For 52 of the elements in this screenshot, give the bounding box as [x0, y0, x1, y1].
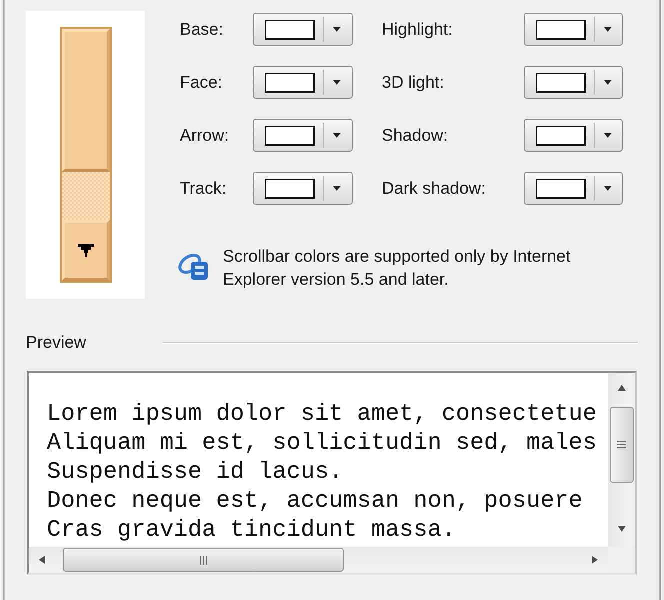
color-picker-button[interactable]: [524, 13, 623, 46]
color-swatch-icon: [536, 20, 586, 40]
color-picker-button[interactable]: [524, 66, 623, 99]
grip-icon: [200, 556, 208, 564]
scroll-down-arrow-icon[interactable]: [618, 526, 626, 532]
scrollbar-thumb[interactable]: [610, 407, 634, 483]
color-swatch-icon: [265, 178, 315, 198]
color-picker-button[interactable]: [524, 172, 623, 205]
caret-icon: [604, 27, 612, 32]
down-arrow-icon: [78, 244, 94, 257]
caret-icon: [333, 80, 341, 85]
scrollbar-thumb[interactable]: [63, 548, 344, 572]
color-swatch-icon: [536, 178, 586, 198]
grip-icon: [617, 441, 626, 449]
caret-icon: [333, 186, 341, 191]
color-picker-button[interactable]: [253, 13, 353, 46]
color-label: Track:: [180, 178, 227, 198]
color-label: Shadow:: [382, 126, 448, 146]
vertical-scrollbar[interactable]: [608, 373, 635, 547]
scroll-left-arrow-icon[interactable]: [39, 556, 45, 564]
color-picker-button[interactable]: [524, 119, 623, 152]
preview-text-area[interactable]: Lorem ipsum dolor sit amet, consectetue Aliquam mi est, sollicitudin sed, males Suspendisse id lacus. Donec neque est, accumsan non, posuere Cras gravida tincidunt massa.: [27, 371, 637, 575]
color-label: Face:: [180, 72, 223, 92]
color-picker-button[interactable]: [253, 172, 353, 205]
color-swatch-icon: [265, 72, 315, 92]
caret-icon: [333, 133, 341, 138]
color-label: Highlight:: [382, 20, 453, 40]
color-label: Arrow:: [180, 126, 230, 146]
caret-icon: [604, 80, 612, 85]
scroll-right-arrow-icon[interactable]: [592, 556, 598, 564]
scroll-up-arrow-icon[interactable]: [618, 385, 626, 391]
color-swatch-icon: [265, 126, 315, 146]
text-line: Cras gravida tincidunt massa.: [47, 516, 456, 545]
text-line: Lorem ipsum dolor sit amet, consectetue: [47, 400, 597, 429]
note-text: Scrollbar colors are supported only by Internet Explorer version 5.5 and later.: [223, 246, 572, 291]
color-picker-button[interactable]: [253, 66, 353, 99]
sample-scrollbar-track: [62, 172, 110, 220]
color-swatch-icon: [265, 20, 315, 40]
color-label: Base:: [180, 20, 224, 40]
color-picker-button[interactable]: [253, 119, 353, 152]
section-label: Preview: [26, 332, 86, 354]
color-swatch-icon: [536, 126, 586, 146]
text-line: Suspendisse id lacus.: [47, 458, 344, 487]
color-swatch-icon: [536, 72, 586, 92]
caret-icon: [333, 27, 341, 32]
color-label: 3D light:: [382, 72, 444, 92]
color-label: Dark shadow:: [382, 178, 486, 198]
caret-icon: [604, 186, 612, 191]
horizontal-scrollbar[interactable]: [29, 547, 608, 573]
caret-icon: [604, 133, 612, 138]
text-line: Aliquam mi est, sollicitudin sed, males: [47, 429, 597, 458]
text-line: Donec neque est, accumsan non, posuere: [47, 487, 583, 516]
